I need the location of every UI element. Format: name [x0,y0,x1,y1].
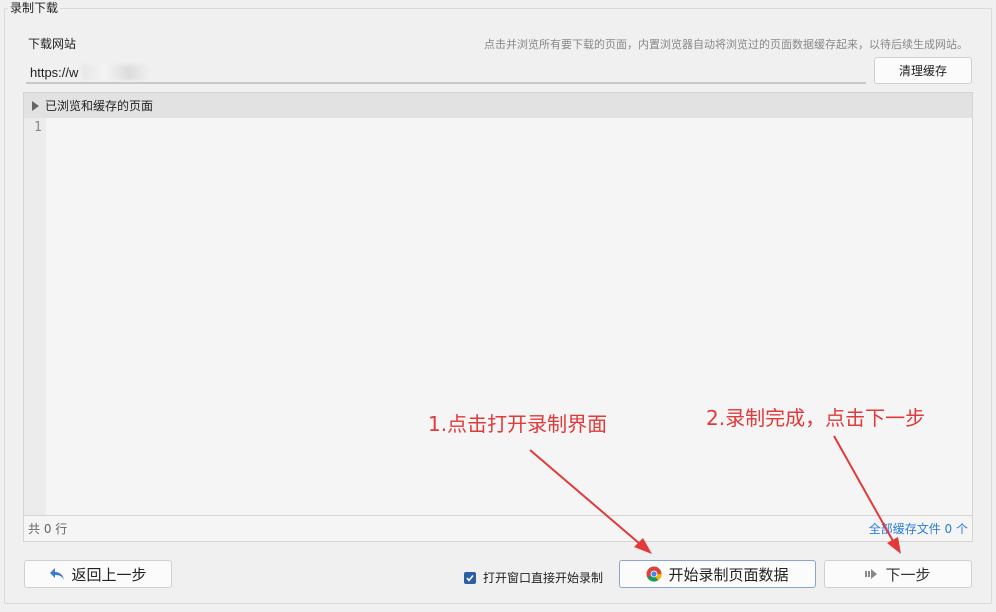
start-recording-label: 开始录制页面数据 [668,565,789,584]
url-input[interactable] [26,62,866,84]
annotation-step2: 2.录制完成，点击下一步 [706,406,926,430]
panel-header-label: 已浏览和缓存的页面 [45,99,154,113]
line-number: 1 [34,120,42,135]
url-redaction [82,65,152,80]
back-button[interactable]: 返回上一步 [24,560,172,588]
cached-pages-editor[interactable] [46,118,972,516]
next-button-label: 下一步 [885,565,931,584]
cached-pages-panel: 已浏览和缓存的页面 1 共 0 行 全部缓存文件 0 个 [23,92,973,542]
panel-footer: 共 0 行 全部缓存文件 0 个 [24,515,972,541]
browser-icon [646,566,662,582]
clear-cache-button[interactable]: 清理缓存 [874,57,972,84]
start-recording-button[interactable]: 开始录制页面数据 [619,560,816,588]
annotation-step1: 1.点击打开录制界面 [428,412,608,436]
expand-triangle-icon[interactable] [32,100,39,111]
next-arrow-icon [865,568,879,580]
back-arrow-icon [49,567,65,581]
checkbox-checked-icon[interactable] [464,571,476,584]
panel-header[interactable]: 已浏览和缓存的页面 [24,93,972,118]
group-title: 录制下载 [8,0,61,16]
total-lines: 共 0 行 [28,522,68,536]
next-button[interactable]: 下一步 [824,560,972,588]
auto-record-label: 打开窗口直接开始录制 [483,571,604,585]
cache-files-link[interactable]: 全部缓存文件 0 个 [869,520,968,537]
auto-record-checkbox[interactable]: 打开窗口直接开始录制 [464,569,603,586]
back-button-label: 返回上一步 [71,565,147,584]
line-gutter [24,118,46,516]
site-label: 下载网站 [28,37,77,51]
hint-text: 点击并浏览所有要下载的页面，内置浏览器自动将浏览过的页面数据缓存起来，以待后续生… [484,38,968,51]
